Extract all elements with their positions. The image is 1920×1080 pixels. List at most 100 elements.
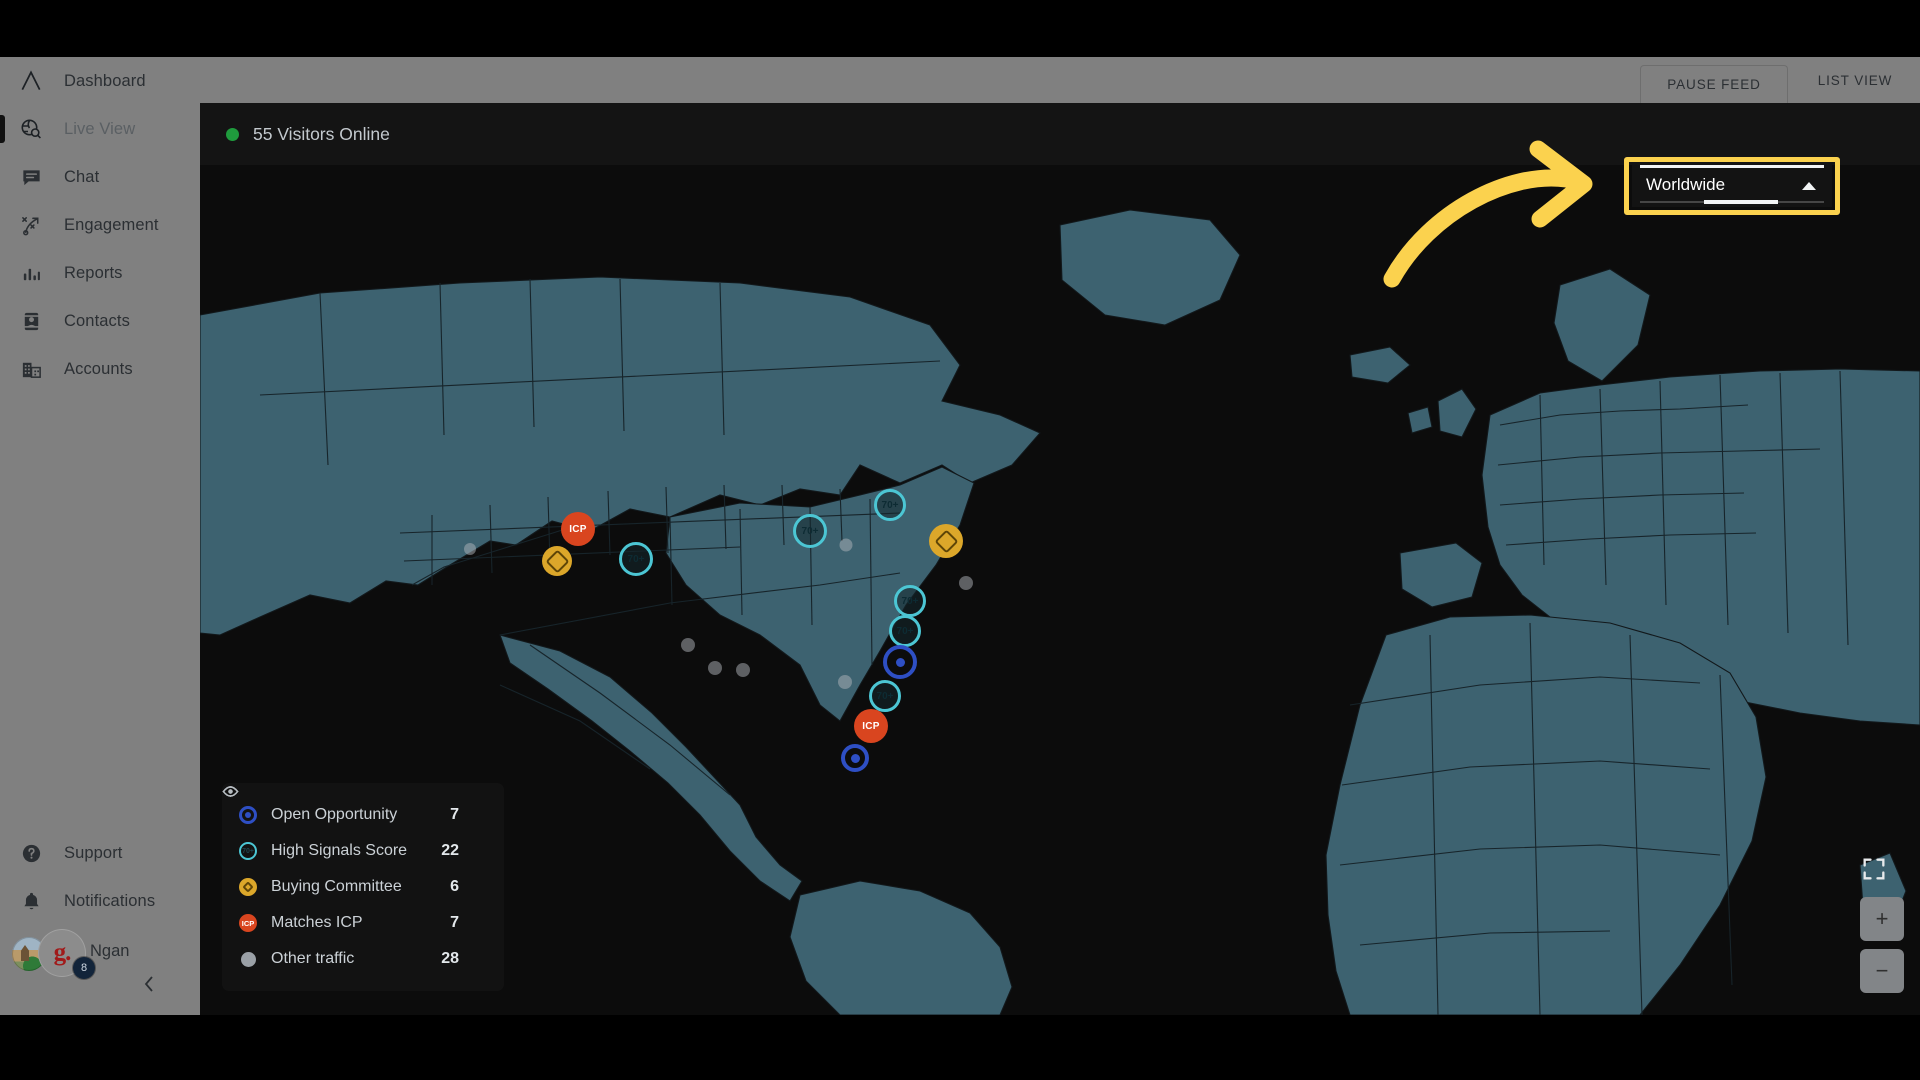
map-marker-open-opportunity[interactable] [883,645,917,679]
map-marker-matches-icp[interactable]: ICP [854,709,888,743]
map-marker-high-signals[interactable]: 70+ [894,585,926,617]
eye-icon[interactable] [222,786,490,932]
legend-count: 22 [441,842,459,859]
sidebar-item-contacts[interactable]: Contacts [0,297,200,345]
chat-bubble-icon [14,162,48,192]
sidebar-item-label: Engagement [64,215,159,234]
legend-count: 6 [450,878,459,895]
zoom-in-button[interactable]: + [1860,897,1904,941]
legend-row[interactable]: Open Opportunity 7 [222,786,490,833]
visitors-online-bar: 55 Visitors Online [200,103,1920,165]
map-marker-high-signals[interactable]: 70+ [889,615,921,647]
map-marker-open-opportunity[interactable] [841,744,869,772]
user-name-label: Ngan [90,942,130,960]
engagement-play-icon [14,210,48,240]
sidebar-item-notifications[interactable]: Notifications [0,877,200,925]
globe-search-icon [14,114,48,144]
app-window: Dashboard Live View Chat Engagement Reports C… [0,57,1920,1015]
sidebar-item-label: Contacts [64,311,130,330]
sidebar-nav-list: Dashboard Live View Chat Engagement Reports C… [0,57,200,393]
sidebar-item-label: Live View [64,119,136,138]
eye-icon[interactable] [222,786,490,896]
dropdown-underline [1640,200,1824,204]
online-indicator [226,127,239,141]
sidebar-item-label: Support [64,843,123,862]
legend-row[interactable]: 70+ High Signals Score 22 [222,786,490,869]
legend-count: 7 [450,914,459,931]
legend-rows: Open Opportunity 7 70+ High Signals Score 22… [222,786,490,977]
sidebar-item-dashboard[interactable]: Dashboard [0,57,200,105]
bar-chart-icon [14,258,48,288]
map-marker-high-signals[interactable]: 70+ [874,489,906,521]
legend-label: Matches ICP [271,914,363,931]
map-marker-other[interactable] [959,576,973,590]
map-controls: + − [1860,855,1904,1001]
live-view-panel: 55 Visitors Online 70+ ICP 70+ 70+ 70+ 7… [200,103,1920,1015]
map-marker-buying-committee[interactable] [929,524,963,558]
legend-label: Open Opportunity [271,806,398,823]
map-marker-other[interactable] [681,638,695,652]
legend-swatch: 70+ [238,841,258,861]
high-signals-marker: 70+ [239,842,257,860]
sidebar: Dashboard Live View Chat Engagement Reports C… [0,57,200,1015]
dropdown-top-rule [1640,165,1824,168]
sidebar-item-reports[interactable]: Reports [0,249,200,297]
chevron-up-icon [1802,182,1816,190]
sidebar-item-label: Chat [64,167,100,186]
eye-icon[interactable] [222,786,490,824]
map-marker-other[interactable] [736,663,750,677]
sidebar-item-label: Reports [64,263,123,282]
bell-icon [14,886,48,916]
sidebar-item-engagement[interactable]: Engagement [0,201,200,249]
legend-swatch [238,949,258,969]
question-circle-icon [14,838,48,868]
eye-icon[interactable] [222,786,490,968]
sidebar-item-accounts[interactable]: Accounts [0,345,200,393]
list-view-button[interactable]: LIST VIEW [1795,57,1915,103]
visitors-online-label: 55 Visitors Online [253,123,390,144]
sidebar-item-label: Notifications [64,891,156,910]
map-marker-high-signals[interactable]: 70+ [619,542,653,576]
map-marker-matches-icp[interactable]: ICP [561,512,595,546]
contact-card-icon [14,306,48,336]
map-legend: Open Opportunity 7 70+ High Signals Score 22… [222,783,504,991]
legend-swatch [238,805,258,825]
world-map[interactable]: 70+ ICP 70+ 70+ 70+ 70+ 70+ ICP Open Opportunit… [200,165,1920,1015]
legend-swatch [238,877,258,897]
sidebar-item-chat[interactable]: Chat [0,153,200,201]
map-marker-other[interactable] [838,675,852,689]
legend-label: Other traffic [271,950,355,967]
buying-committee-marker [239,878,257,896]
map-marker-other[interactable] [464,543,476,555]
top-toolbar: PAUSE FEED LIST VIEW [200,57,1920,103]
eye-icon[interactable] [222,786,490,860]
legend-row[interactable]: Buying Committee 6 [222,786,490,905]
legend-swatch: ICP [238,913,258,933]
map-marker-other[interactable] [839,538,853,552]
pause-feed-button[interactable]: PAUSE FEED [1640,65,1788,103]
map-marker-high-signals[interactable]: 70+ [793,514,827,548]
region-selector-value: Worldwide [1646,175,1726,194]
legend-row[interactable]: ICP Matches ICP 7 [222,786,490,941]
active-indicator [0,115,5,143]
sidebar-item-live-view[interactable]: Live View [0,105,200,153]
sidebar-item-label: Accounts [64,359,133,378]
legend-label: High Signals Score [271,842,408,859]
map-marker-buying-committee[interactable] [542,546,572,576]
map-marker-other[interactable] [708,661,722,675]
fullscreen-icon[interactable] [1863,855,1897,885]
sidebar-item-label: Dashboard [64,71,146,90]
legend-count: 28 [441,950,459,967]
other-traffic-marker [240,951,256,967]
logo-peak-icon [14,66,48,96]
zoom-out-button[interactable]: − [1860,949,1904,993]
chevron-left-icon[interactable] [136,971,162,997]
legend-row[interactable]: Other traffic 28 [222,786,490,977]
user-profile-row[interactable]: g. 8 Ngan [0,925,200,981]
matches-icp-marker: ICP [239,914,257,932]
open-opportunity-marker [239,806,257,824]
region-selector-dropdown[interactable]: Worldwide [1632,165,1832,207]
sidebar-bottom-section: Support Notifications g. 8 Ngan [0,829,200,992]
sidebar-item-support[interactable]: Support [0,829,200,877]
map-marker-high-signals[interactable]: 70+ [869,680,901,712]
